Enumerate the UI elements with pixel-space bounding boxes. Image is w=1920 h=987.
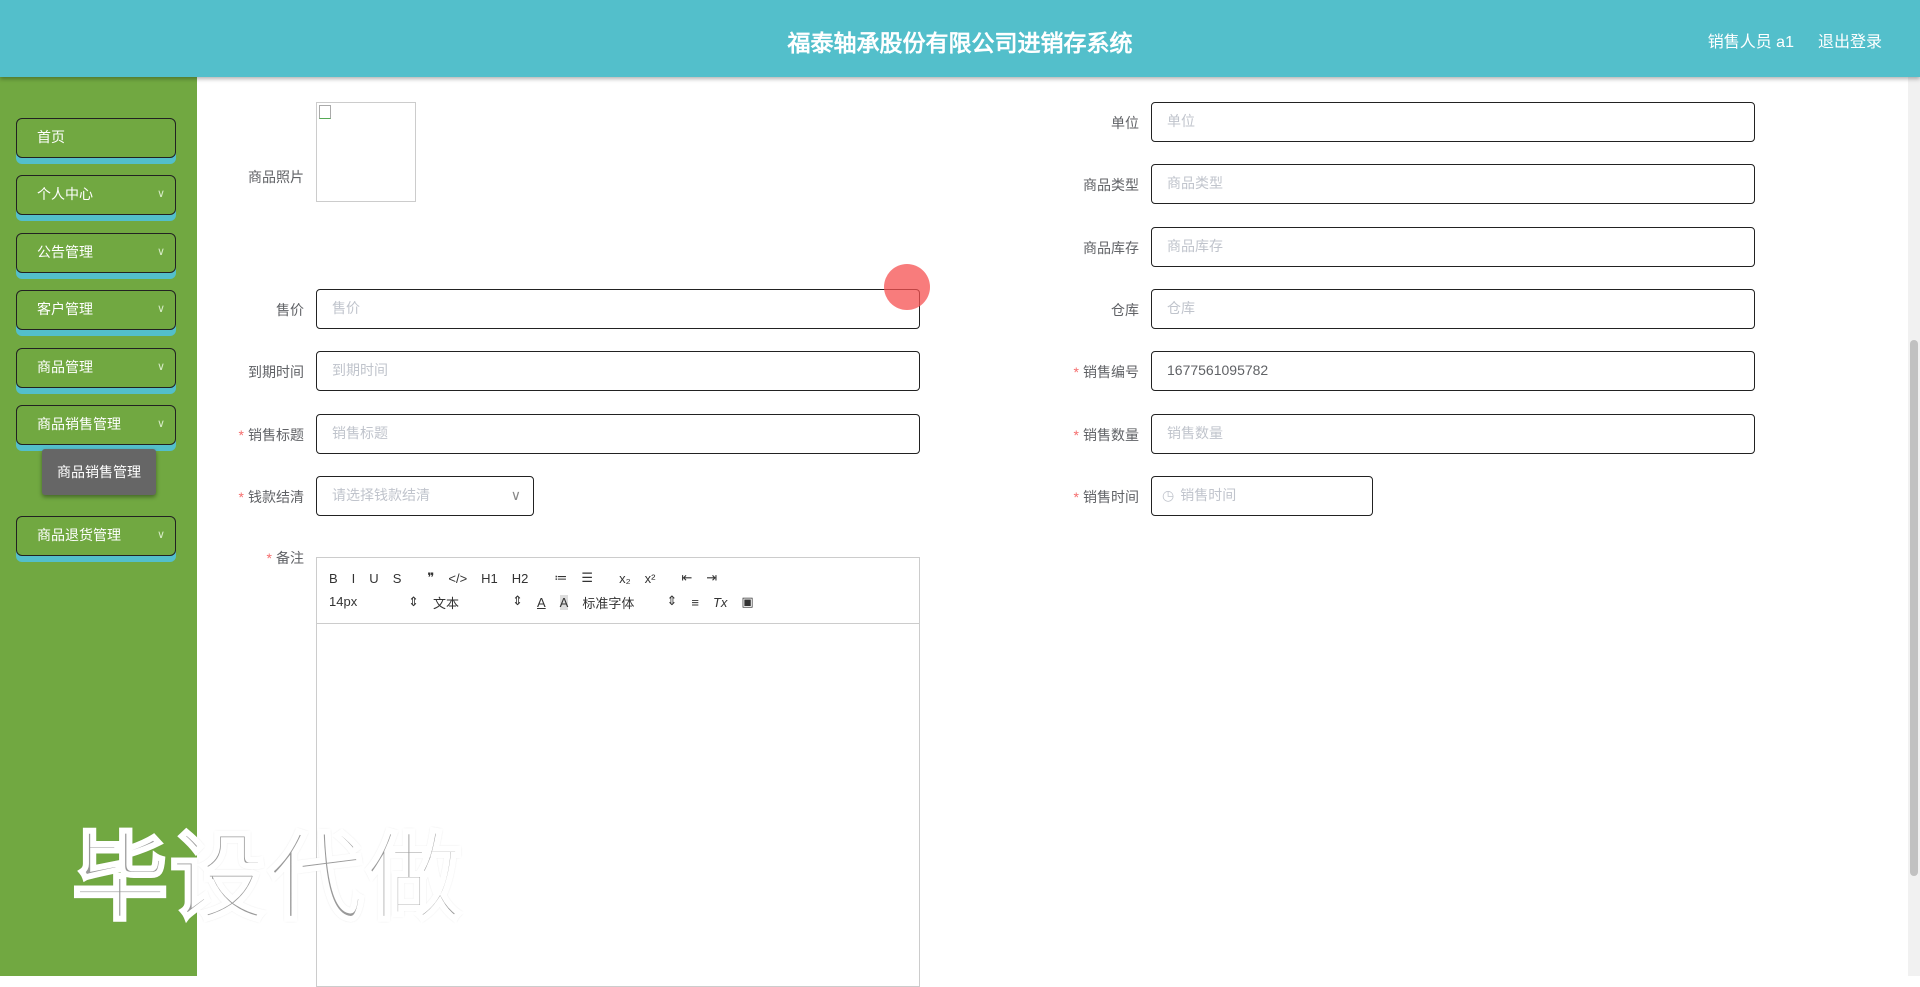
field-label: * 销售标题 xyxy=(238,427,304,443)
field-label: 单位 xyxy=(1111,115,1139,131)
chevron-down-icon: ∨ xyxy=(156,303,165,315)
note-label: * 备注 xyxy=(266,550,304,566)
text-input[interactable]: 销售标题 xyxy=(316,414,920,454)
chevron-down-icon: ∨ xyxy=(510,487,521,503)
settled-select[interactable]: 请选择钱款结清 ∨ xyxy=(316,476,534,516)
watermark: 毕设代做 xyxy=(71,824,464,934)
field-label: * 销售数量 xyxy=(1073,427,1139,443)
field-label: 仓库 xyxy=(1111,302,1139,318)
scrollbar[interactable] xyxy=(1908,77,1920,976)
sidebar-item-label: 商品退货管理 xyxy=(37,527,121,543)
font-color-button[interactable]: A xyxy=(537,595,546,610)
field-label: 到期时间 xyxy=(248,364,304,380)
sidebar-item[interactable]: 商品管理 ∨ xyxy=(16,348,176,388)
chevron-down-icon: ∨ xyxy=(156,361,165,373)
toolbar-button[interactable]: H2 xyxy=(512,571,529,586)
clock-icon: ◷ xyxy=(1162,487,1175,503)
text-input[interactable]: 商品类型 xyxy=(1151,164,1755,204)
font-size-select[interactable]: 14px ⇕ xyxy=(329,594,419,610)
sidebar-item[interactable]: 商品退货管理 ∨ xyxy=(16,516,176,556)
field-label: 商品库存 xyxy=(1083,240,1139,256)
sidebar-item[interactable]: 商品销售管理 ∨ xyxy=(16,405,176,445)
toolbar-button[interactable]: B xyxy=(329,571,338,586)
sidebar-item-label: 商品销售管理 xyxy=(37,416,121,432)
broken-image-icon xyxy=(319,105,331,119)
clear-format-button[interactable]: Tx xyxy=(713,595,727,610)
sidebar-item[interactable]: 客户管理 ∨ xyxy=(16,290,176,330)
font-family-select[interactable]: 标准字体 ⇕ xyxy=(582,593,677,612)
toolbar-button[interactable]: ≔ xyxy=(554,570,567,586)
sidebar-item-label: 个人中心 xyxy=(37,186,93,202)
toolbar-button[interactable]: ❞ xyxy=(427,570,434,586)
date-input[interactable]: ◷ 销售时间 xyxy=(1151,476,1373,516)
text-input[interactable]: 单位 xyxy=(1151,102,1755,142)
editor-toolbar: B I U S ❞ </> H1 H2 ≔ ☰ x₂ x² ⇤ ⇥ 14px ⇕ 文本 ⇕ A A 标准字体 ⇕… xyxy=(317,558,919,624)
text-input[interactable]: 销售数量 xyxy=(1151,414,1755,454)
sidebar-item[interactable]: 个人中心 ∨ xyxy=(16,175,176,215)
field-label: * 钱款结清 xyxy=(238,489,304,505)
background-color-button[interactable]: A xyxy=(559,594,569,610)
header-select[interactable]: 文本 ⇕ xyxy=(433,593,523,612)
chevron-down-icon: ∨ xyxy=(156,529,165,541)
submenu-sales-management[interactable]: 商品销售管理 xyxy=(42,449,156,495)
toolbar-button[interactable]: x₂ xyxy=(619,571,631,586)
toolbar-button[interactable]: S xyxy=(393,571,402,586)
text-input[interactable]: 售价 xyxy=(316,289,920,329)
toolbar-button[interactable]: I xyxy=(352,571,356,586)
field-label: * 销售时间 xyxy=(1073,489,1139,505)
align-button[interactable]: ≡ xyxy=(691,595,699,610)
sidebar-item-label: 首页 xyxy=(37,129,65,145)
sidebar-item[interactable]: 首页 xyxy=(16,118,176,158)
sidebar-item-label: 商品管理 xyxy=(37,359,93,375)
cursor-highlight xyxy=(884,264,930,310)
field-label: * 销售编号 xyxy=(1073,364,1139,380)
toolbar-button[interactable]: ☰ xyxy=(581,570,593,586)
field-label: 售价 xyxy=(276,302,304,318)
chevron-down-icon: ∨ xyxy=(156,418,165,430)
toolbar-button[interactable]: ⇤ xyxy=(681,570,692,586)
photo-label: 商品照片 xyxy=(248,169,304,185)
sidebar-item-label: 公告管理 xyxy=(37,244,93,260)
image-button[interactable]: ▣ xyxy=(741,594,753,610)
user-name: 销售人员 a1 xyxy=(1707,34,1794,51)
toolbar-button[interactable]: ⇥ xyxy=(706,570,717,586)
header: 福泰轴承股份有限公司进销存系统 销售人员 a1 退出登录 xyxy=(0,0,1920,77)
toolbar-button[interactable]: </> xyxy=(448,571,467,586)
field-label: 商品类型 xyxy=(1083,177,1139,193)
chevron-down-icon: ∨ xyxy=(156,246,165,258)
chevron-down-icon: ∨ xyxy=(156,188,165,200)
toolbar-button[interactable]: H1 xyxy=(481,571,498,586)
app-title: 福泰轴承股份有限公司进销存系统 xyxy=(787,30,1133,56)
sidebar-item-label: 客户管理 xyxy=(37,301,93,317)
sidebar-item[interactable]: 公告管理 ∨ xyxy=(16,233,176,273)
toolbar-button[interactable]: U xyxy=(369,571,378,586)
scrollbar-thumb[interactable] xyxy=(1910,340,1918,876)
text-input[interactable]: 到期时间 xyxy=(316,351,920,391)
text-input[interactable]: 1677561095782 xyxy=(1151,351,1755,391)
text-input[interactable]: 商品库存 xyxy=(1151,227,1755,267)
text-input[interactable]: 仓库 xyxy=(1151,289,1755,329)
toolbar-button[interactable]: x² xyxy=(645,571,656,586)
product-photo xyxy=(316,102,416,202)
logout-link[interactable]: 退出登录 xyxy=(1818,28,1882,52)
